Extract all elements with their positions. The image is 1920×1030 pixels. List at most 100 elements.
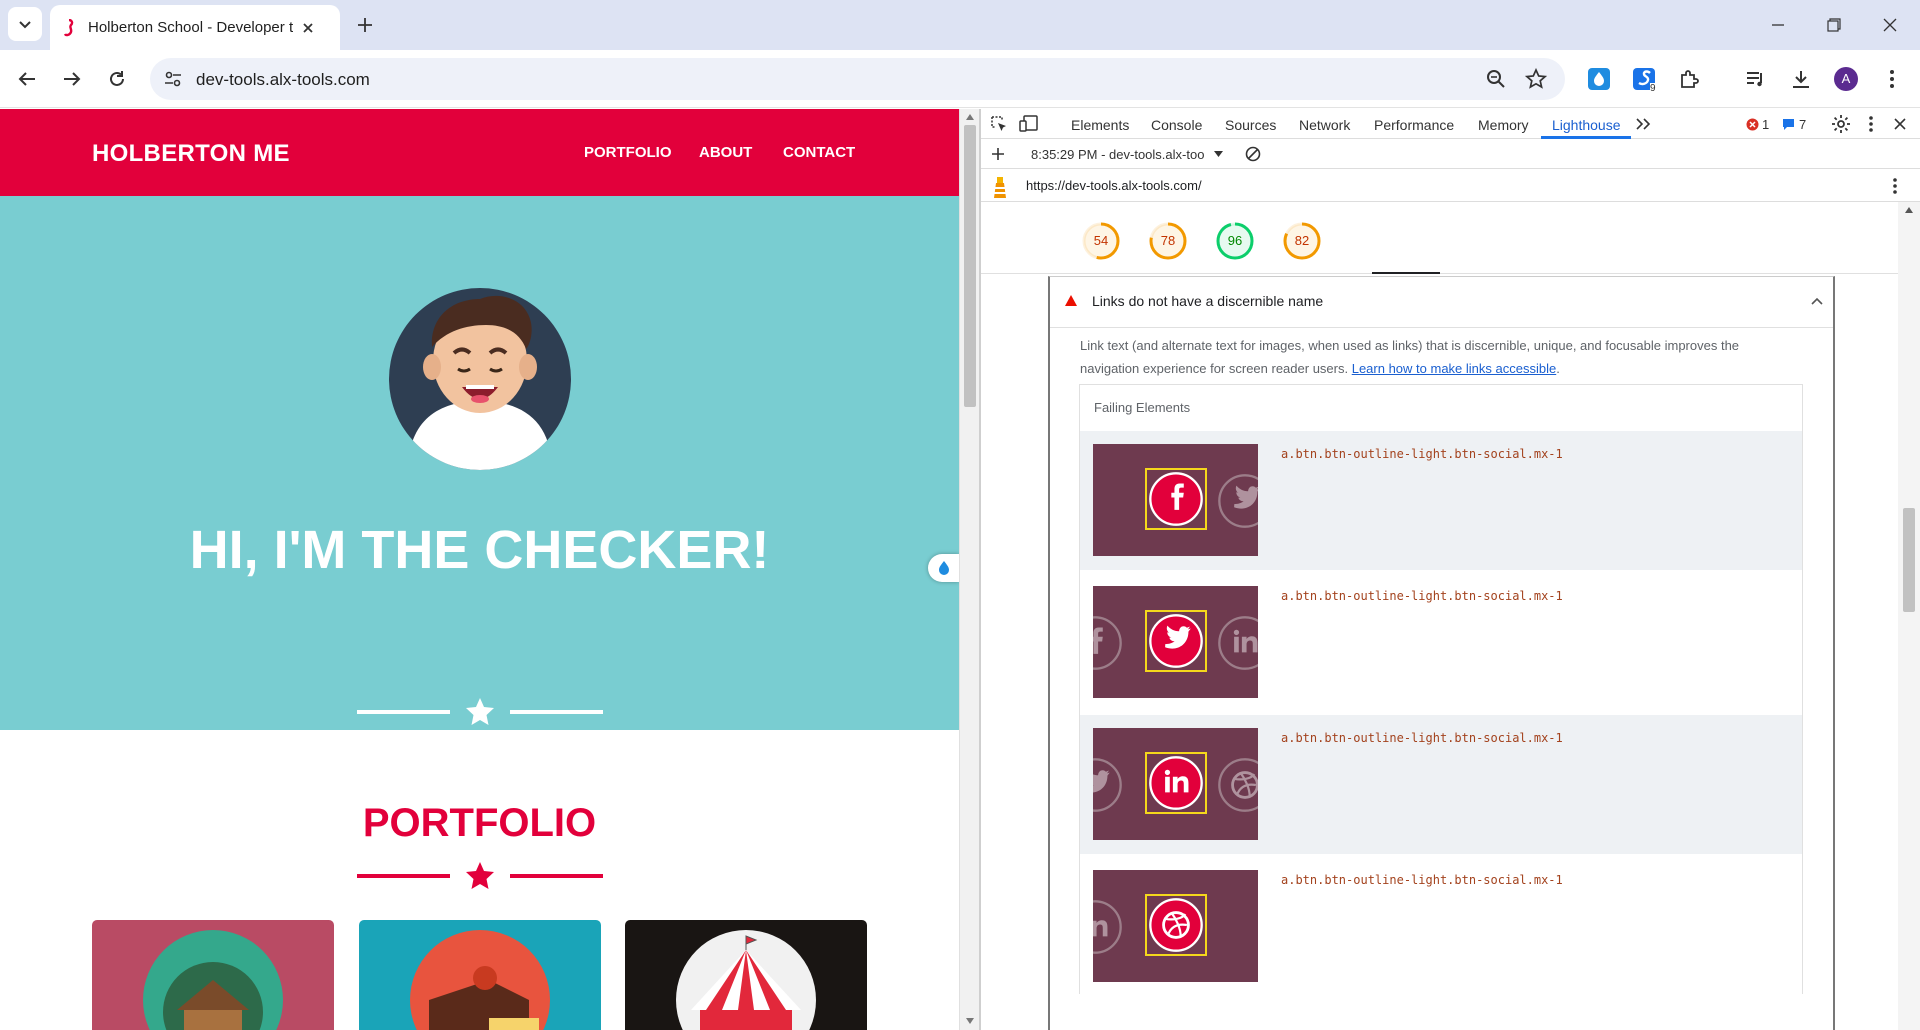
score-gauge[interactable]: 96 <box>1215 221 1255 261</box>
restore-icon <box>1827 18 1841 32</box>
clear-icon[interactable] <box>1245 146 1261 162</box>
more-vertical-icon[interactable] <box>1868 115 1874 133</box>
tab-elements[interactable]: Elements <box>1071 117 1129 133</box>
scroll-up-icon[interactable] <box>1904 206 1914 214</box>
audit-panel: Links do not have a discernible name Lin… <box>1048 276 1835 1030</box>
portfolio-item-circus[interactable] <box>625 920 867 1030</box>
element-screenshot <box>1093 586 1258 698</box>
close-tab-icon[interactable] <box>301 21 315 35</box>
tab-search-button[interactable] <box>8 7 42 41</box>
report-selector[interactable]: 8:35:29 PM - dev-tools.alx-too <box>1031 147 1204 162</box>
nav-about[interactable]: ABOUT <box>699 144 752 161</box>
chevron-up-icon[interactable] <box>1811 297 1823 305</box>
extension-badge: 9 <box>1650 83 1656 94</box>
extension-water-button[interactable] <box>1581 61 1617 97</box>
reload-button[interactable] <box>99 61 135 97</box>
score-gauge[interactable]: 78 <box>1148 221 1188 261</box>
more-vertical-icon <box>1890 70 1894 88</box>
facebook-icon <box>1093 616 1122 670</box>
dropdown-arrow-icon[interactable] <box>1214 151 1223 158</box>
scroll-down-icon[interactable] <box>965 1017 975 1025</box>
address-bar[interactable]: dev-tools.alx-tools.com <box>150 58 1565 100</box>
nav-portfolio[interactable]: PORTFOLIO <box>584 144 672 161</box>
gear-icon[interactable] <box>1831 114 1851 134</box>
score-value: 96 <box>1227 233 1243 248</box>
audit-title[interactable]: Links do not have a discernible name <box>1092 293 1323 309</box>
linkedin-icon <box>1218 616 1258 670</box>
browser-menu-button[interactable] <box>1874 61 1910 97</box>
failing-element-row[interactable]: a.btn.btn-outline-light.btn-social.mx-1 <box>1080 857 1802 996</box>
portfolio-item-cake[interactable] <box>359 920 601 1030</box>
learn-more-link[interactable]: Learn how to make links accessible <box>1352 361 1557 376</box>
minimize-button[interactable] <box>1760 7 1796 43</box>
failing-element-row[interactable]: a.btn.btn-outline-light.btn-social.mx-1 <box>1080 573 1802 712</box>
more-tabs-icon[interactable] <box>1635 117 1651 131</box>
warning-triangle-icon <box>1065 295 1077 306</box>
lighthouse-logo-icon <box>994 177 1006 198</box>
linkedin-icon <box>1149 756 1203 810</box>
message-count[interactable]: 7 <box>1799 117 1806 132</box>
close-window-button[interactable] <box>1872 7 1908 43</box>
portfolio-item-cabin[interactable] <box>92 920 334 1030</box>
devtools-scrollbar[interactable] <box>1898 202 1920 1030</box>
hero-title: HI, I'M THE CHECKER! <box>189 520 770 580</box>
element-screenshot <box>1093 444 1258 556</box>
new-tab-button[interactable] <box>347 7 383 43</box>
element-selector[interactable]: a.btn.btn-outline-light.btn-social.mx-1 <box>1281 873 1563 887</box>
profile-button[interactable]: A <box>1828 61 1864 97</box>
puzzle-icon <box>1681 70 1699 88</box>
restore-button[interactable] <box>1816 7 1852 43</box>
zoom-icon[interactable] <box>1486 69 1506 89</box>
tab-memory[interactable]: Memory <box>1478 117 1529 133</box>
cake-illustration <box>410 930 550 1030</box>
site-info-icon[interactable] <box>164 70 182 88</box>
failing-element-row[interactable]: a.btn.btn-outline-light.btn-social.mx-1 <box>1080 431 1802 570</box>
element-selector[interactable]: a.btn.btn-outline-light.btn-social.mx-1 <box>1281 731 1563 745</box>
avatar-illustration <box>389 288 571 470</box>
site-brand[interactable]: HOLBERTON ME <box>92 140 290 168</box>
back-button[interactable] <box>9 61 45 97</box>
floating-extension-button[interactable] <box>928 554 959 582</box>
selected-gauge-indicator <box>1372 272 1440 274</box>
forward-button[interactable] <box>54 61 90 97</box>
score-value: 54 <box>1093 233 1109 248</box>
water-drop-icon <box>1588 68 1610 90</box>
scroll-up-icon[interactable] <box>965 113 975 121</box>
devtools-scroll-thumb[interactable] <box>1903 508 1915 612</box>
chevron-down-icon <box>19 21 31 29</box>
score-gauge[interactable]: 54 <box>1081 221 1121 261</box>
page-scrollbar[interactable] <box>959 109 979 1030</box>
error-count[interactable]: 1 <box>1762 117 1769 132</box>
element-selector[interactable]: a.btn.btn-outline-light.btn-social.mx-1 <box>1281 589 1563 603</box>
device-toolbar-icon[interactable] <box>1019 115 1039 133</box>
message-icon <box>1783 119 1794 130</box>
tab-sources[interactable]: Sources <box>1225 117 1276 133</box>
element-selector[interactable]: a.btn.btn-outline-light.btn-social.mx-1 <box>1281 447 1563 461</box>
failing-element-row[interactable]: a.btn.btn-outline-light.btn-social.mx-1 <box>1080 715 1802 854</box>
extensions-button[interactable] <box>1671 61 1707 97</box>
twitter-icon <box>1149 614 1203 668</box>
more-vertical-icon[interactable] <box>1892 177 1898 195</box>
close-icon[interactable] <box>1893 117 1907 131</box>
lighthouse-toolbar: 8:35:29 PM - dev-tools.alx-too <box>981 139 1920 169</box>
error-icon <box>1746 118 1759 131</box>
tab-network[interactable]: Network <box>1299 117 1350 133</box>
extension-badge-button[interactable]: 9 <box>1626 61 1662 97</box>
twitter-icon <box>1218 474 1258 528</box>
tab-strip: Holberton School - Developer t <box>0 0 1920 50</box>
water-drop-icon <box>939 561 949 575</box>
browser-tab[interactable]: Holberton School - Developer t <box>50 5 340 50</box>
nav-contact[interactable]: CONTACT <box>783 144 855 161</box>
download-icon <box>1793 71 1809 88</box>
bookmark-star-icon[interactable] <box>1525 68 1547 90</box>
lighthouse-url-bar: https://dev-tools.alx-tools.com/ <box>981 170 1920 202</box>
media-button[interactable] <box>1738 61 1774 97</box>
page-scroll-thumb[interactable] <box>964 125 976 407</box>
score-gauge[interactable]: 82 <box>1282 221 1322 261</box>
tab-performance[interactable]: Performance <box>1374 117 1454 133</box>
downloads-button[interactable] <box>1783 61 1819 97</box>
tab-lighthouse[interactable]: Lighthouse <box>1552 117 1621 133</box>
tab-console[interactable]: Console <box>1151 117 1202 133</box>
plus-icon[interactable] <box>991 147 1005 161</box>
inspect-element-icon[interactable] <box>990 115 1008 133</box>
